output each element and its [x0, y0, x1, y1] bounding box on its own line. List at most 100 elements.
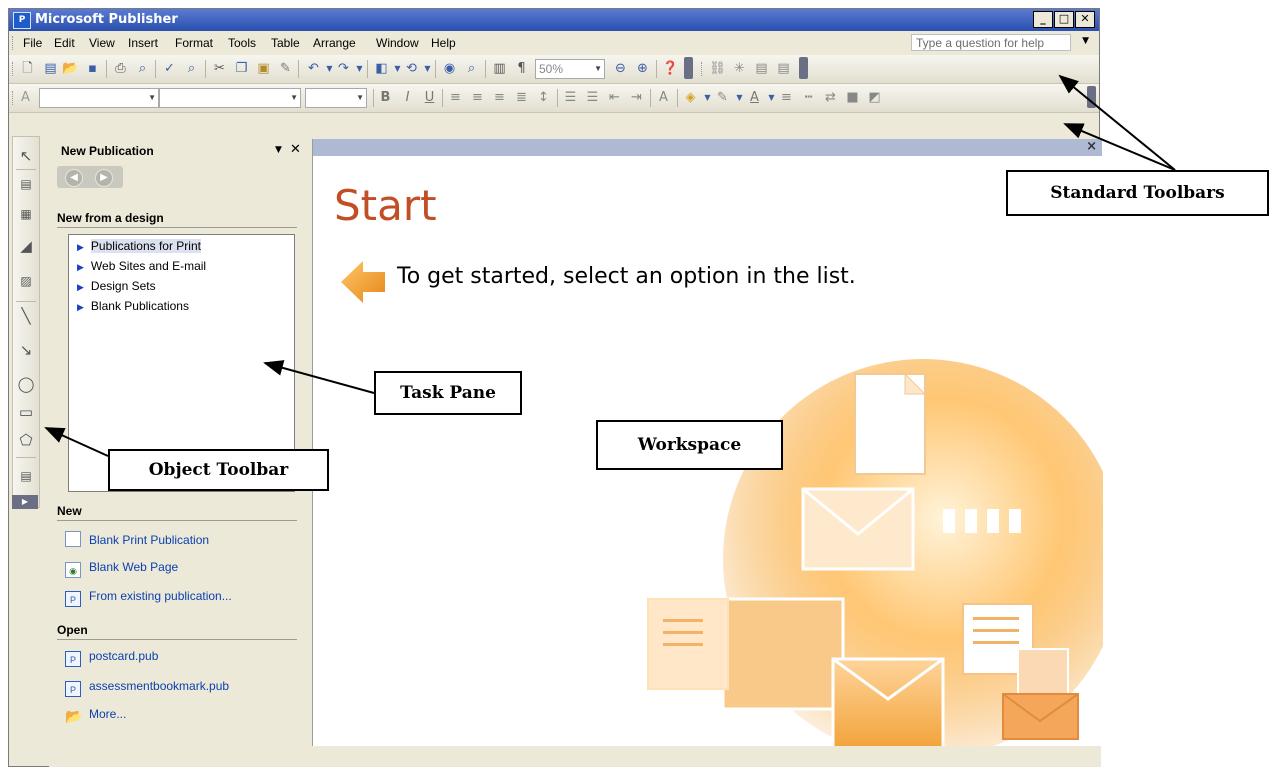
link-postcard-pub[interactable]: Ppostcard.pub — [65, 649, 158, 667]
new-publication-icon[interactable]: ▤ — [42, 60, 59, 77]
bold-icon[interactable]: B — [377, 89, 394, 106]
menu-insert[interactable]: Insert — [128, 36, 158, 50]
help-question-input[interactable]: Type a question for help — [911, 34, 1071, 51]
line-icon[interactable]: ╲ — [17, 307, 35, 325]
pilcrow-icon[interactable]: ¶ — [513, 60, 530, 77]
align-right-icon[interactable]: ≡ — [491, 89, 508, 106]
oval-icon[interactable]: ◯ — [17, 375, 35, 393]
underline-icon[interactable]: U — [421, 89, 438, 106]
toolbar-options-icon[interactable] — [684, 57, 693, 79]
picture-icon[interactable]: ▨ — [17, 272, 35, 290]
help-icon[interactable]: ❓ — [662, 60, 679, 77]
link-blank-web-page[interactable]: ◉ Blank Web Page — [65, 560, 178, 578]
paste-icon[interactable]: ▣ — [255, 60, 272, 77]
new-icon[interactable]: 🗋 — [19, 60, 36, 77]
research-icon[interactable]: ⌕ — [183, 60, 200, 77]
copy-icon[interactable]: ❐ — [233, 60, 250, 77]
bullets-icon[interactable]: ☰ — [584, 89, 601, 106]
align-left-icon[interactable]: ≡ — [447, 89, 464, 106]
task-pane-menu-icon[interactable]: ▼ — [275, 145, 282, 155]
print-icon[interactable]: ⎙ — [112, 60, 129, 77]
font-size-increase-icon[interactable]: A — [655, 89, 672, 106]
format-painter-icon[interactable]: ✎ — [277, 60, 294, 77]
toolbar-grip[interactable] — [12, 91, 16, 105]
forward-icon[interactable]: ▶ — [95, 169, 113, 187]
autoshapes-icon[interactable]: ⬠ — [17, 431, 35, 449]
zoom-out-icon[interactable]: ⊖ — [612, 60, 629, 77]
arrow-icon[interactable]: ↘ — [17, 341, 35, 359]
menu-help[interactable]: Help — [431, 36, 456, 50]
design-item-publications-for-print[interactable]: ▶ Publications for Print — [77, 239, 201, 255]
increase-indent-icon[interactable]: ⇥ — [628, 89, 645, 106]
publisher-app-icon[interactable]: P — [13, 12, 31, 29]
zoom-select[interactable]: 50% ▼ — [535, 59, 605, 79]
justify-icon[interactable]: ≣ — [513, 89, 530, 106]
italic-icon[interactable]: I — [399, 89, 416, 106]
link-more[interactable]: 📂 More... — [65, 707, 126, 725]
menu-window[interactable]: Window — [376, 36, 419, 50]
link-assessmentbookmark-pub[interactable]: Passessmentbookmark.pub — [65, 679, 229, 697]
font-select[interactable]: ▼ — [159, 88, 301, 108]
toolbar-grip[interactable] — [701, 62, 705, 76]
3d-style-icon[interactable]: ◩ — [866, 89, 883, 106]
font-size-select[interactable]: ▼ — [305, 88, 367, 108]
redo-icon[interactable]: ↷ — [335, 60, 352, 77]
line-color-icon[interactable]: ✎ — [714, 89, 731, 106]
design-item-web-sites[interactable]: ▶ Web Sites and E-mail — [77, 259, 206, 275]
back-icon[interactable]: ◀ — [65, 169, 83, 187]
align-center-icon[interactable]: ≡ — [469, 89, 486, 106]
design-item-design-sets[interactable]: ▶ Design Sets — [77, 279, 156, 295]
font-size-dropdown-icon[interactable]: ▼ — [356, 89, 364, 107]
pointer-icon[interactable]: ↖ — [17, 147, 35, 165]
menu-view[interactable]: View — [89, 36, 115, 50]
shadow-style-icon[interactable]: ■ — [844, 89, 861, 106]
insert-picture-icon[interactable]: ◉ — [441, 60, 458, 77]
zoom-in-icon[interactable]: ⊕ — [634, 60, 651, 77]
rotate-icon[interactable]: ⟲ — [403, 60, 420, 77]
spelling-icon[interactable]: ✓ — [161, 60, 178, 77]
dash-style-icon[interactable]: ┅ — [800, 89, 817, 106]
object-toolbar-expand-icon[interactable]: ▶ — [12, 495, 38, 509]
wordart-icon[interactable]: ◢ — [17, 237, 35, 255]
next-box-icon[interactable]: ▤ — [775, 60, 792, 77]
menu-grip[interactable] — [12, 36, 16, 50]
print-preview-icon[interactable]: ⌕ — [134, 60, 151, 77]
previous-box-icon[interactable]: ▤ — [753, 60, 770, 77]
close-button[interactable]: ✕ — [1075, 11, 1095, 28]
print-merge-icon[interactable]: ⌕ — [463, 60, 480, 77]
menu-file[interactable]: File — [23, 36, 42, 50]
redo-dropdown-icon[interactable]: ▼ — [351, 60, 368, 77]
font-color-icon[interactable]: A — [746, 89, 763, 106]
fill-color-icon[interactable]: ◈ — [682, 89, 699, 106]
columns-icon[interactable]: ▥ — [491, 60, 508, 77]
menu-table[interactable]: Table — [271, 36, 300, 50]
unlink-icon[interactable]: ✳ — [731, 60, 748, 77]
menu-edit[interactable]: Edit — [54, 36, 75, 50]
menu-tools[interactable]: Tools — [228, 36, 256, 50]
style-dropdown-icon[interactable]: ▼ — [148, 89, 156, 107]
minimize-button[interactable]: _ — [1033, 11, 1053, 28]
text-box-icon[interactable]: ▤ — [17, 175, 35, 193]
undo-icon[interactable]: ↶ — [305, 60, 322, 77]
task-pane-close-icon[interactable]: ✕ — [290, 142, 301, 157]
rotate-dropdown-icon[interactable]: ▼ — [419, 60, 436, 77]
table-icon[interactable]: ▦ — [17, 205, 35, 223]
toolbar-options-icon[interactable] — [1087, 86, 1096, 108]
style-select[interactable]: ▼ — [39, 88, 159, 108]
open-icon[interactable]: 📂 — [62, 60, 79, 77]
decrease-indent-icon[interactable]: ⇤ — [606, 89, 623, 106]
menu-arrange[interactable]: Arrange — [313, 36, 356, 50]
numbering-icon[interactable]: ☰ — [562, 89, 579, 106]
zoom-dropdown-icon[interactable]: ▼ — [594, 60, 602, 78]
link-icon[interactable]: ⛓ — [709, 60, 726, 77]
menu-format[interactable]: Format — [175, 36, 213, 50]
bring-to-front-icon[interactable]: ◧ — [373, 60, 390, 77]
link-from-existing-publication[interactable]: P From existing publication... — [65, 589, 232, 607]
line-style-icon[interactable]: ≡ — [778, 89, 795, 106]
cut-icon[interactable]: ✂ — [211, 60, 228, 77]
save-icon[interactable]: ▪ — [84, 60, 101, 77]
rectangle-icon[interactable]: ▭ — [17, 403, 35, 421]
line-spacing-icon[interactable]: ↕ — [535, 89, 552, 106]
link-blank-print-publication[interactable]: Blank Print Publication — [65, 531, 209, 549]
design-item-blank-publications[interactable]: ▶ Blank Publications — [77, 299, 189, 315]
